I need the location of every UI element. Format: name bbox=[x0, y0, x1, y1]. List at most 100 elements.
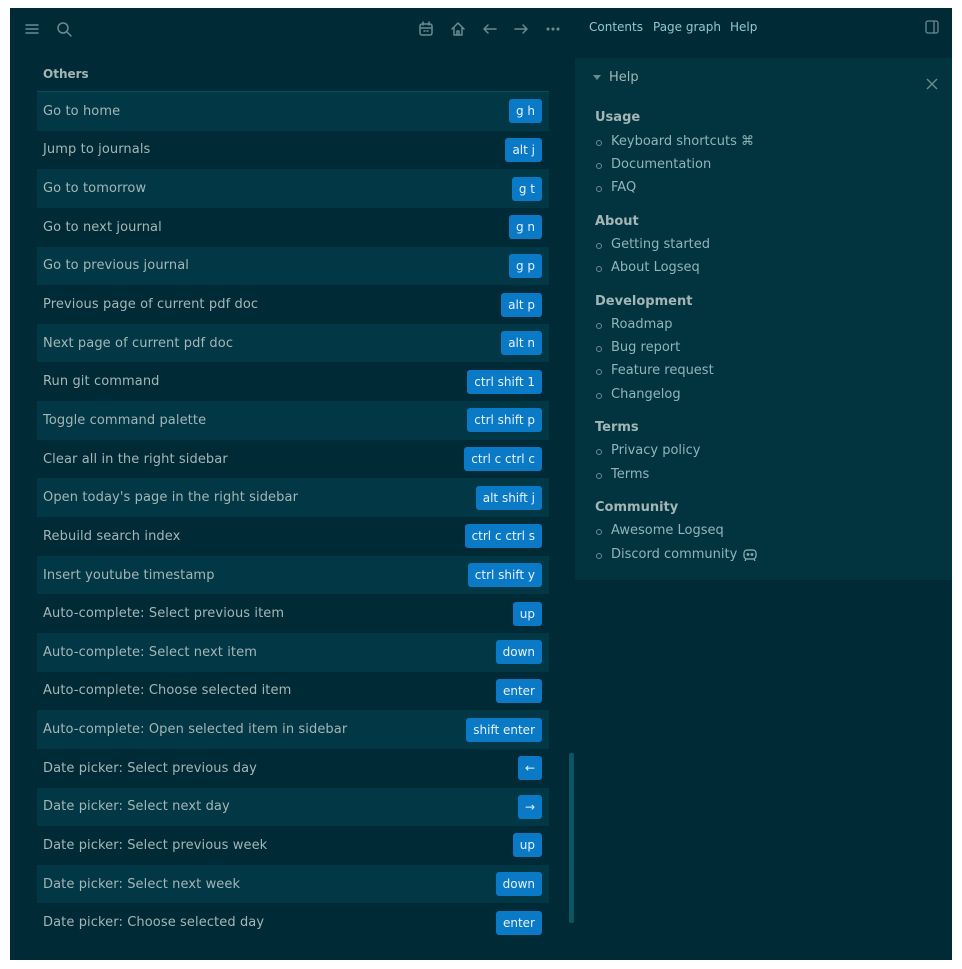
shortcut-label: Next page of current pdf doc bbox=[43, 335, 234, 351]
link-about-logseq[interactable]: About Logseq bbox=[596, 260, 700, 275]
shortcut-row: Clear all in the right sidebar ctrl c ctr… bbox=[37, 440, 549, 479]
toggle-sidebar-icon[interactable] bbox=[925, 20, 939, 34]
shortcut-row: Go to next journal g n bbox=[37, 208, 549, 247]
shortcut-row: Previous page of current pdf doc alt p bbox=[37, 285, 549, 324]
shortcut-row: Auto-complete: Select next item down bbox=[37, 632, 549, 672]
app-window: Others Go to home g h Jump to journals alt … bbox=[10, 8, 952, 960]
link-label: Discord community bbox=[611, 547, 738, 562]
shortcut-label: Go to tomorrow bbox=[43, 181, 147, 197]
shortcut-key-badge[interactable]: alt j bbox=[505, 137, 542, 162]
shortcut-key-badge[interactable]: ctrl c ctrl c bbox=[464, 447, 542, 472]
shortcut-label: Previous page of current pdf doc bbox=[43, 297, 259, 313]
shortcut-row: Date picker: Select previous day ← bbox=[37, 749, 549, 788]
shortcut-key-badge[interactable]: ctrl shift p bbox=[467, 408, 542, 433]
bullet-icon bbox=[596, 346, 602, 352]
link-keyboard-shortcuts[interactable]: Keyboard shortcuts ⌘ bbox=[596, 134, 755, 149]
shortcut-key-badge[interactable]: ← bbox=[517, 756, 542, 781]
shortcut-key-badge[interactable]: enter bbox=[495, 910, 542, 935]
shortcut-key-badge[interactable]: down bbox=[495, 872, 542, 897]
shortcut-row: Go to home g h bbox=[37, 92, 549, 131]
link-faq[interactable]: FAQ bbox=[596, 180, 637, 195]
home-icon[interactable] bbox=[446, 18, 470, 40]
help-panel-toggle[interactable]: Help bbox=[593, 70, 639, 85]
bullet-icon bbox=[596, 553, 602, 559]
shortcut-row: Date picker: Choose selected day enter bbox=[37, 903, 549, 942]
link-label: Getting started bbox=[611, 237, 711, 252]
link-label: Documentation bbox=[611, 157, 712, 172]
shortcut-label: Date picker: Select next week bbox=[43, 876, 241, 892]
link-label: FAQ bbox=[611, 180, 637, 195]
link-label: Privacy policy bbox=[611, 443, 701, 458]
shortcut-key-badge[interactable]: g h bbox=[508, 99, 542, 124]
shortcut-key-badge[interactable]: g t bbox=[511, 176, 542, 201]
bullet-icon bbox=[596, 243, 602, 249]
shortcut-key-badge[interactable]: up bbox=[512, 601, 542, 626]
shortcut-row: Jump to journals alt j bbox=[37, 131, 549, 170]
link-discord-community[interactable]: Discord community bbox=[596, 547, 757, 562]
shortcut-label: Run git command bbox=[43, 374, 160, 390]
shortcut-label: Auto-complete: Select previous item bbox=[43, 606, 285, 622]
shortcut-row: Auto-complete: Choose selected item enter bbox=[37, 672, 549, 711]
more-icon[interactable] bbox=[541, 18, 565, 40]
shortcut-key-badge[interactable]: enter bbox=[495, 678, 542, 703]
shortcut-key-badge[interactable]: ctrl c ctrl s bbox=[464, 524, 542, 549]
link-getting-started[interactable]: Getting started bbox=[596, 237, 711, 252]
link-label: Changelog bbox=[611, 387, 681, 402]
menu-icon[interactable] bbox=[20, 18, 44, 40]
shortcut-label: Date picker: Select next day bbox=[43, 799, 230, 815]
shortcut-key-badge[interactable]: alt p bbox=[501, 292, 542, 317]
group-title-community: Community bbox=[595, 500, 679, 515]
calendar-icon[interactable] bbox=[414, 18, 438, 40]
shortcut-key-badge[interactable]: up bbox=[512, 833, 542, 858]
link-roadmap[interactable]: Roadmap bbox=[596, 317, 673, 332]
link-documentation[interactable]: Documentation bbox=[596, 157, 712, 172]
arrow-right-icon[interactable] bbox=[509, 18, 533, 40]
shortcut-label: Auto-complete: Open selected item in sid… bbox=[43, 722, 348, 738]
sidebar-header: Contents Page graph Help bbox=[575, 8, 952, 50]
discord-icon bbox=[743, 549, 757, 561]
shortcut-key-badge[interactable]: down bbox=[495, 640, 542, 665]
bullet-icon bbox=[596, 473, 602, 479]
shortcut-label: Date picker: Choose selected day bbox=[43, 915, 265, 931]
close-icon[interactable] bbox=[926, 78, 938, 90]
scrollbar[interactable] bbox=[569, 753, 574, 923]
bullet-icon bbox=[596, 186, 602, 192]
link-label: Keyboard shortcuts ⌘ bbox=[611, 134, 755, 149]
bullet-icon bbox=[596, 369, 602, 375]
tab-contents[interactable]: Contents bbox=[589, 20, 643, 34]
link-terms[interactable]: Terms bbox=[596, 467, 649, 482]
header-toolbar bbox=[10, 8, 575, 50]
tab-page-graph[interactable]: Page graph bbox=[653, 20, 721, 34]
link-label: Awesome Logseq bbox=[611, 523, 724, 538]
search-icon[interactable] bbox=[52, 18, 76, 40]
shortcut-key-badge[interactable]: ctrl shift y bbox=[467, 563, 542, 587]
link-awesome-logseq[interactable]: Awesome Logseq bbox=[596, 523, 724, 538]
link-privacy-policy[interactable]: Privacy policy bbox=[596, 443, 701, 458]
shortcut-row: Insert youtube timestamp ctrl shift y bbox=[37, 555, 549, 595]
shortcut-key-badge[interactable]: alt n bbox=[501, 331, 542, 356]
link-label: Roadmap bbox=[611, 317, 673, 332]
shortcut-key-badge[interactable]: → bbox=[517, 794, 542, 819]
shortcut-label: Auto-complete: Choose selected item bbox=[43, 683, 292, 699]
shortcut-key-badge[interactable]: alt shift j bbox=[475, 485, 542, 510]
arrow-left-icon[interactable] bbox=[478, 18, 502, 40]
shortcut-key-badge[interactable]: ctrl shift 1 bbox=[467, 369, 542, 394]
shortcut-label: Jump to journals bbox=[43, 142, 151, 158]
tab-help[interactable]: Help bbox=[730, 20, 757, 34]
shortcut-key-badge[interactable]: shift enter bbox=[466, 717, 542, 742]
shortcut-list: Others Go to home g h Jump to journals alt … bbox=[37, 64, 549, 942]
link-bug-report[interactable]: Bug report bbox=[596, 340, 681, 355]
link-label: Bug report bbox=[611, 340, 681, 355]
link-changelog[interactable]: Changelog bbox=[596, 387, 681, 402]
group-title-terms: Terms bbox=[595, 420, 639, 435]
group-title-usage: Usage bbox=[595, 110, 641, 125]
shortcut-row: Date picker: Select previous week up bbox=[37, 826, 549, 865]
link-feature-request[interactable]: Feature request bbox=[596, 363, 714, 378]
bullet-icon bbox=[596, 266, 602, 272]
shortcut-label: Go to home bbox=[43, 103, 121, 119]
shortcut-key-badge[interactable]: g n bbox=[508, 215, 542, 240]
shortcut-key-badge[interactable]: g p bbox=[508, 253, 542, 278]
shortcut-row: Run git command ctrl shift 1 bbox=[37, 362, 549, 401]
shortcut-label: Date picker: Select previous week bbox=[43, 837, 268, 853]
shortcut-label: Go to previous journal bbox=[43, 258, 189, 274]
